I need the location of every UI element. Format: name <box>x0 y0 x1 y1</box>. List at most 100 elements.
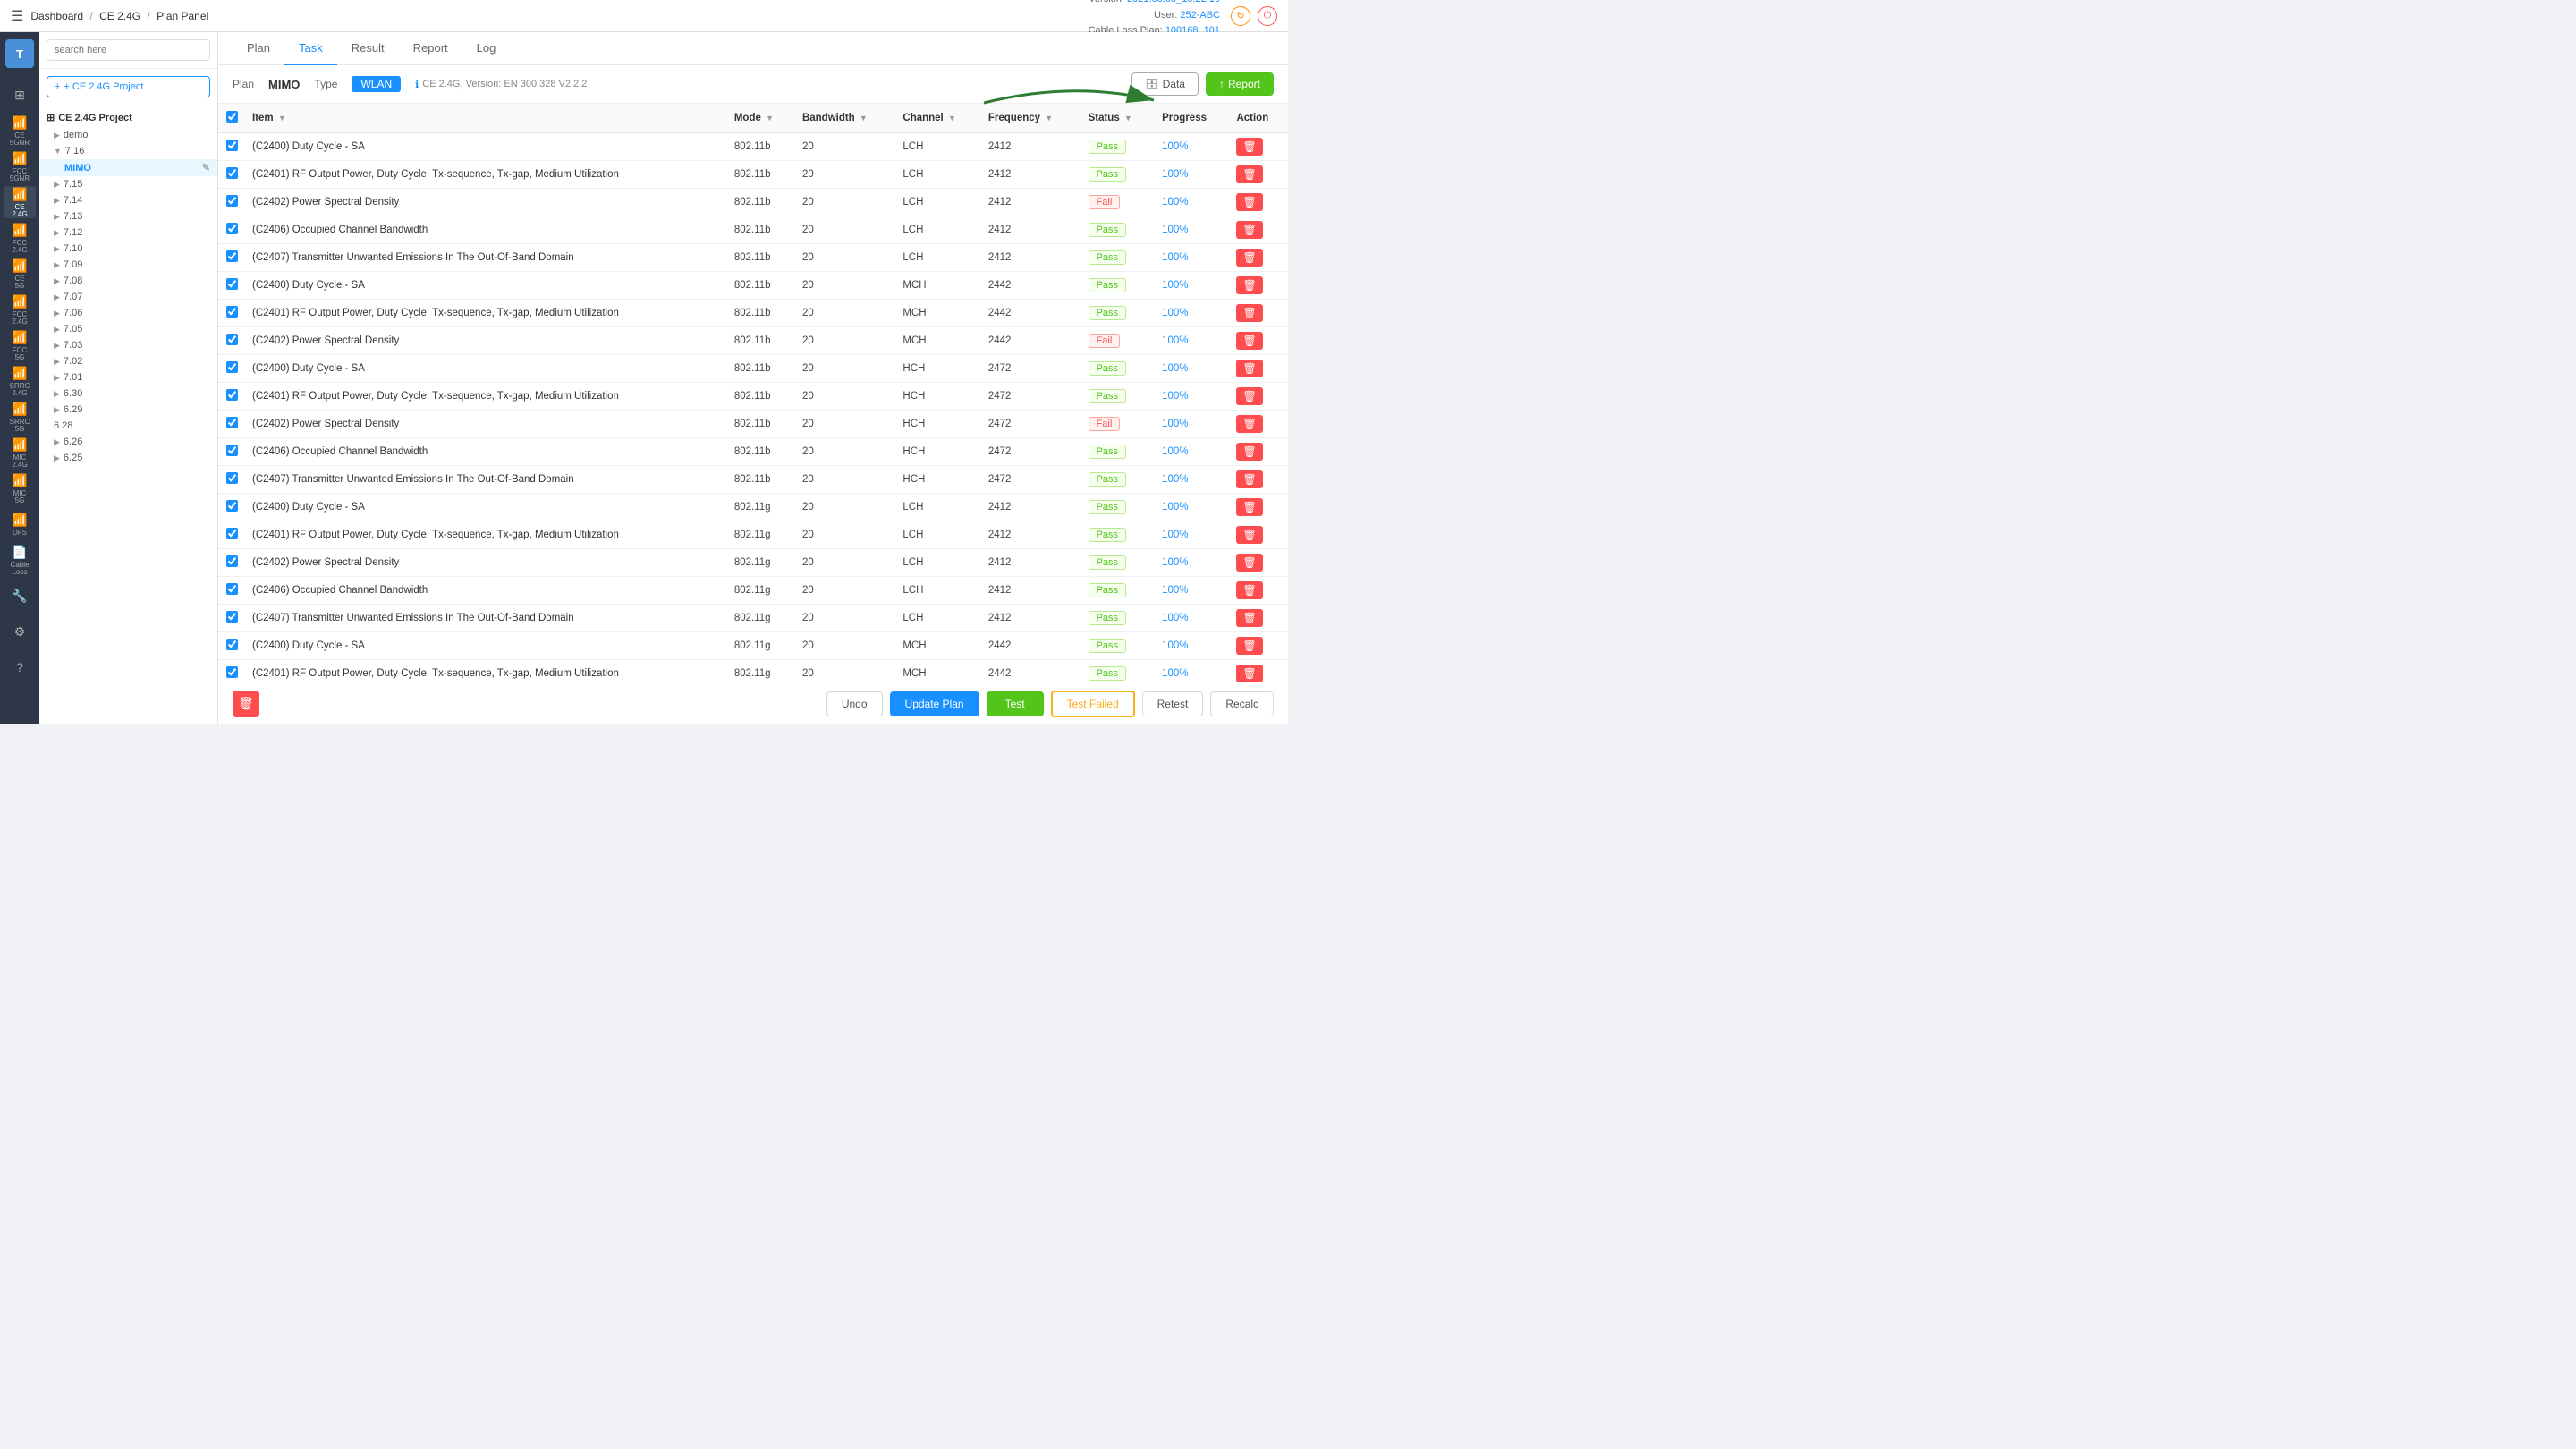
tree-item-626[interactable]: ▶ 6.26 <box>39 434 217 450</box>
retest-button[interactable]: Retest <box>1142 691 1204 716</box>
tree-item-702[interactable]: ▶ 7.02 <box>39 353 217 369</box>
col-channel[interactable]: Channel ▼ <box>895 104 980 133</box>
search-input[interactable] <box>47 39 210 61</box>
tree-item-706[interactable]: ▶ 7.06 <box>39 305 217 321</box>
tree-item-713[interactable]: ▶ 7.13 <box>39 208 217 225</box>
bottom-delete-button[interactable]: 🗑 <box>233 691 259 717</box>
row-delete-button[interactable]: 🗑 <box>1236 415 1262 433</box>
row-delete-button[interactable]: 🗑 <box>1236 193 1262 211</box>
add-project-button[interactable]: + + CE 2.4G Project <box>47 76 210 97</box>
row-checkbox[interactable] <box>226 472 238 484</box>
tree-item-703[interactable]: ▶ 7.03 <box>39 337 217 353</box>
tab-report[interactable]: Report <box>399 32 462 65</box>
tree-item-707[interactable]: ▶ 7.07 <box>39 289 217 305</box>
row-delete-button[interactable]: 🗑 <box>1236 443 1262 461</box>
select-all-checkbox[interactable] <box>226 111 238 123</box>
row-checkbox[interactable] <box>226 500 238 512</box>
row-delete-button[interactable]: 🗑 <box>1236 304 1262 322</box>
row-checkbox[interactable] <box>226 583 238 595</box>
row-checkbox[interactable] <box>226 334 238 345</box>
tab-plan[interactable]: Plan <box>233 32 284 65</box>
breadcrumb-ce24g[interactable]: CE 2.4G <box>99 10 140 22</box>
row-checkbox[interactable] <box>226 389 238 401</box>
row-delete-button[interactable]: 🗑 <box>1236 526 1262 544</box>
row-checkbox[interactable] <box>226 611 238 623</box>
col-progress[interactable]: Progress <box>1155 104 1229 133</box>
sidebar-item-fcc24g2[interactable]: 📶 FCC2.4G <box>4 293 36 326</box>
col-item[interactable]: Item ▼ <box>245 104 727 133</box>
user-value[interactable]: 252-ABC <box>1180 10 1220 21</box>
update-plan-button[interactable]: Update Plan <box>890 691 979 716</box>
test-button[interactable]: Test <box>987 691 1044 716</box>
sidebar-item-dfs[interactable]: 📶 DFS <box>4 508 36 540</box>
tree-item-710[interactable]: ▶ 7.10 <box>39 241 217 257</box>
col-status[interactable]: Status ▼ <box>1081 104 1156 133</box>
row-checkbox[interactable] <box>226 445 238 456</box>
tree-item-625[interactable]: ▶ 6.25 <box>39 450 217 466</box>
sidebar-item-ce24g[interactable]: 📶 CE2.4G <box>4 186 36 218</box>
version-value[interactable]: 2021.08.06_16.22.19 <box>1127 0 1220 4</box>
sidebar-item-cable-loss[interactable]: 📄 CableLoss <box>4 544 36 576</box>
row-checkbox[interactable] <box>226 361 238 373</box>
tree-item-630[interactable]: ▶ 6.30 <box>39 386 217 402</box>
sidebar-item-settings[interactable]: ⚙ <box>4 615 36 648</box>
breadcrumb-dashboard[interactable]: Dashboard <box>30 10 83 22</box>
tree-item-712[interactable]: ▶ 7.12 <box>39 225 217 241</box>
row-checkbox[interactable] <box>226 528 238 539</box>
recalc-button[interactable]: Recalc <box>1210 691 1274 716</box>
tree-item-714[interactable]: ▶ 7.14 <box>39 192 217 208</box>
report-button[interactable]: ↑ Report <box>1206 72 1274 96</box>
row-checkbox[interactable] <box>226 666 238 678</box>
power-icon[interactable]: ⏻ <box>1258 6 1277 26</box>
tree-item-716[interactable]: ▼ 7.16 <box>39 143 217 159</box>
row-delete-button[interactable]: 🗑 <box>1236 581 1262 599</box>
col-mode[interactable]: Mode ▼ <box>727 104 795 133</box>
sidebar-item-ce5g[interactable]: 📶 CE5G <box>4 258 36 290</box>
row-checkbox[interactable] <box>226 417 238 428</box>
tab-result[interactable]: Result <box>337 32 399 65</box>
tree-item-701[interactable]: ▶ 7.01 <box>39 369 217 386</box>
row-delete-button[interactable]: 🗑 <box>1236 276 1262 294</box>
test-failed-button[interactable]: Test Failed <box>1051 691 1135 717</box>
row-checkbox[interactable] <box>226 140 238 151</box>
row-checkbox[interactable] <box>226 167 238 179</box>
sidebar-item-mic5g[interactable]: 📶 MIC5G <box>4 472 36 504</box>
row-delete-button[interactable]: 🗑 <box>1236 665 1262 682</box>
row-delete-button[interactable]: 🗑 <box>1236 221 1262 239</box>
row-delete-button[interactable]: 🗑 <box>1236 470 1262 488</box>
tree-item-709[interactable]: ▶ 7.09 <box>39 257 217 273</box>
tree-item-715[interactable]: ▶ 7.15 <box>39 176 217 192</box>
row-delete-button[interactable]: 🗑 <box>1236 138 1262 156</box>
row-checkbox[interactable] <box>226 555 238 567</box>
tab-log[interactable]: Log <box>462 32 511 65</box>
sidebar-item-home[interactable]: ⊞ <box>4 79 36 111</box>
sidebar-item-srrc24g[interactable]: 📶 SRRC2.4G <box>4 365 36 397</box>
tree-item-705[interactable]: ▶ 7.05 <box>39 321 217 337</box>
row-delete-button[interactable]: 🗑 <box>1236 165 1262 183</box>
row-checkbox[interactable] <box>226 223 238 234</box>
sidebar-item-help[interactable]: ? <box>4 651 36 683</box>
row-checkbox[interactable] <box>226 639 238 650</box>
menu-icon[interactable]: ☰ <box>11 7 23 25</box>
tree-item-708[interactable]: ▶ 7.08 <box>39 273 217 289</box>
sidebar-item-ce5gnr[interactable]: 📶 CE5GNR <box>4 114 36 147</box>
row-delete-button[interactable]: 🗑 <box>1236 360 1262 377</box>
tab-task[interactable]: Task <box>284 32 337 65</box>
data-button[interactable]: 🗄 Data <box>1131 72 1199 96</box>
row-delete-button[interactable]: 🗑 <box>1236 637 1262 655</box>
row-checkbox[interactable] <box>226 278 238 290</box>
row-delete-button[interactable]: 🗑 <box>1236 554 1262 572</box>
row-delete-button[interactable]: 🗑 <box>1236 249 1262 267</box>
sidebar-item-fcc5gnr[interactable]: 📶 FCC5GNR <box>4 150 36 182</box>
sidebar-item-mic24g[interactable]: 📶 MIC2.4G <box>4 436 36 469</box>
tree-item-628[interactable]: 6.28 <box>39 418 217 434</box>
row-checkbox[interactable] <box>226 250 238 262</box>
sidebar-item-tools[interactable]: 🔧 <box>4 580 36 612</box>
row-delete-button[interactable]: 🗑 <box>1236 609 1262 627</box>
row-delete-button[interactable]: 🗑 <box>1236 387 1262 405</box>
sidebar-item-srrc5g[interactable]: 📶 SRRC5G <box>4 401 36 433</box>
row-checkbox[interactable] <box>226 306 238 318</box>
row-checkbox[interactable] <box>226 195 238 207</box>
refresh-icon[interactable]: ↻ <box>1231 6 1250 26</box>
col-frequency[interactable]: Frequency ▼ <box>981 104 1081 133</box>
